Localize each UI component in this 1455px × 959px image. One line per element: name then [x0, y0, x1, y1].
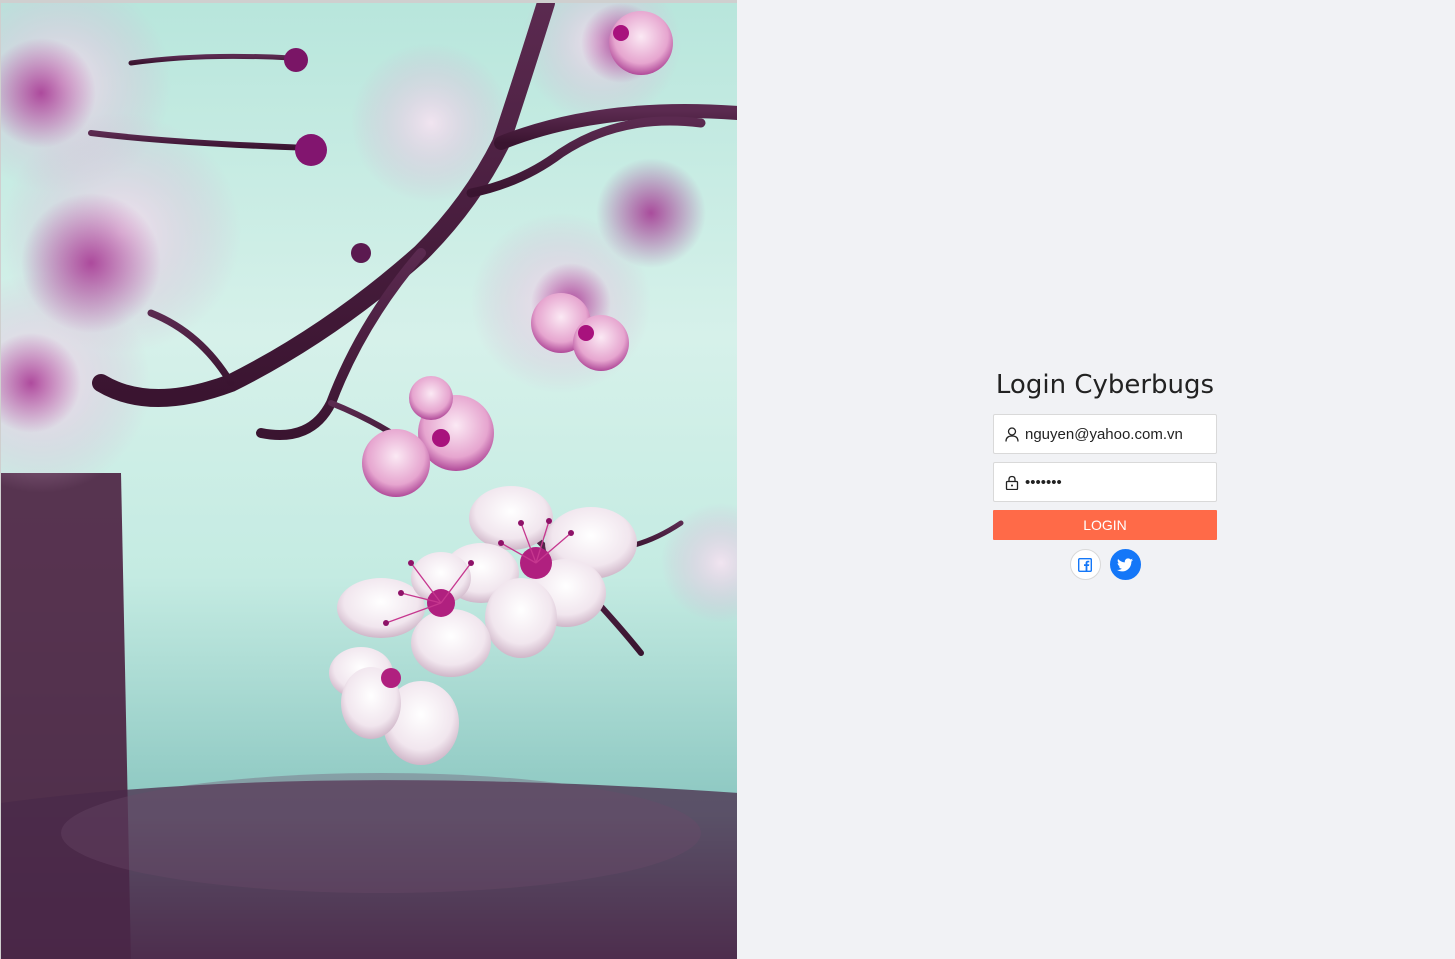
twitter-login-button[interactable]: [1109, 549, 1141, 580]
facebook-login-button[interactable]: [1069, 549, 1101, 580]
social-login: [993, 549, 1217, 580]
login-panel: Login Cyberbugs LOGIN: [737, 0, 1455, 959]
cherry-blossom-image: [0, 0, 737, 959]
lock-icon: [1005, 475, 1019, 490]
twitter-icon: [1117, 557, 1133, 571]
login-button[interactable]: LOGIN: [993, 510, 1217, 540]
user-icon: [1005, 426, 1019, 442]
facebook-icon: [1078, 557, 1092, 572]
login-form: Login Cyberbugs LOGIN: [993, 370, 1217, 580]
password-field-wrapper: [993, 462, 1217, 502]
password-field[interactable]: [1025, 473, 1205, 491]
email-field-wrapper: [993, 414, 1217, 454]
email-field[interactable]: [1025, 425, 1205, 443]
page-title: Login Cyberbugs: [995, 370, 1215, 400]
